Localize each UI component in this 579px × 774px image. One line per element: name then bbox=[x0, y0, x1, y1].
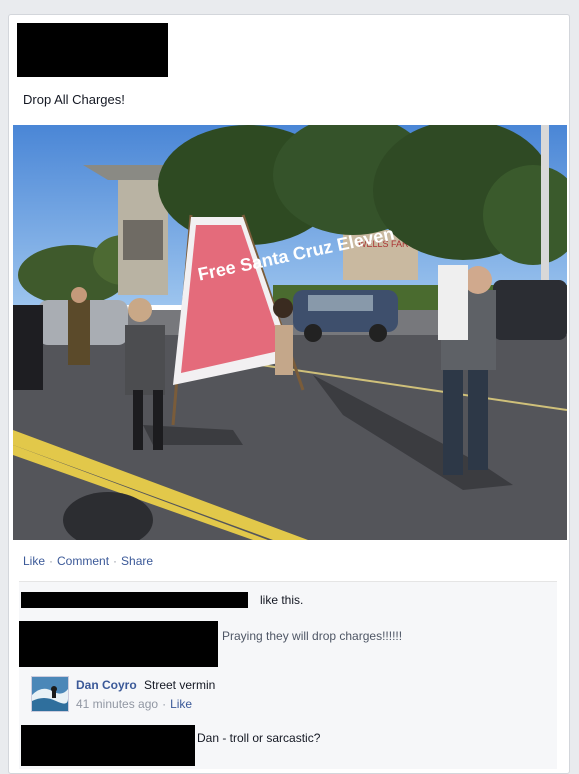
comment-link[interactable]: Comment bbox=[57, 554, 109, 568]
separator: · bbox=[113, 554, 118, 568]
comment-meta: 41 minutes ago · Like bbox=[76, 697, 192, 711]
post-card: Drop All Charges! WELLS FARGO Free Santa… bbox=[8, 14, 570, 774]
surfer-avatar-icon bbox=[32, 677, 68, 711]
comment-text: Street vermin bbox=[144, 678, 216, 692]
comment-timestamp[interactable]: 41 minutes ago bbox=[76, 697, 158, 711]
likes-summary: like this. bbox=[19, 581, 557, 621]
share-link[interactable]: Share bbox=[121, 554, 153, 568]
redacted-likers bbox=[21, 592, 248, 608]
protest-march-photo: WELLS FARGO Free Santa Cruz Eleven bbox=[13, 125, 567, 540]
post-photo[interactable]: WELLS FARGO Free Santa Cruz Eleven bbox=[13, 125, 567, 540]
comment-author-link[interactable]: Dan Coyro bbox=[76, 678, 137, 692]
redacted-author-header bbox=[17, 23, 168, 77]
avatar[interactable] bbox=[31, 676, 69, 712]
post-actions: Like · Comment · Share bbox=[23, 554, 153, 568]
separator: · bbox=[49, 554, 54, 568]
comment-text: Dan - troll or sarcastic? bbox=[197, 731, 321, 745]
comment-like-link[interactable]: Like bbox=[170, 697, 192, 711]
redacted-commenter bbox=[21, 725, 195, 766]
post-message: Drop All Charges! bbox=[23, 92, 125, 107]
likes-text: like this. bbox=[260, 593, 304, 607]
like-link[interactable]: Like bbox=[23, 554, 45, 568]
comments-section: Praying they will drop charges!!!!!! Dan… bbox=[19, 619, 557, 769]
redacted-commenter bbox=[19, 621, 218, 667]
separator: · bbox=[162, 697, 167, 711]
comment-text: Praying they will drop charges!!!!!! bbox=[222, 629, 403, 643]
